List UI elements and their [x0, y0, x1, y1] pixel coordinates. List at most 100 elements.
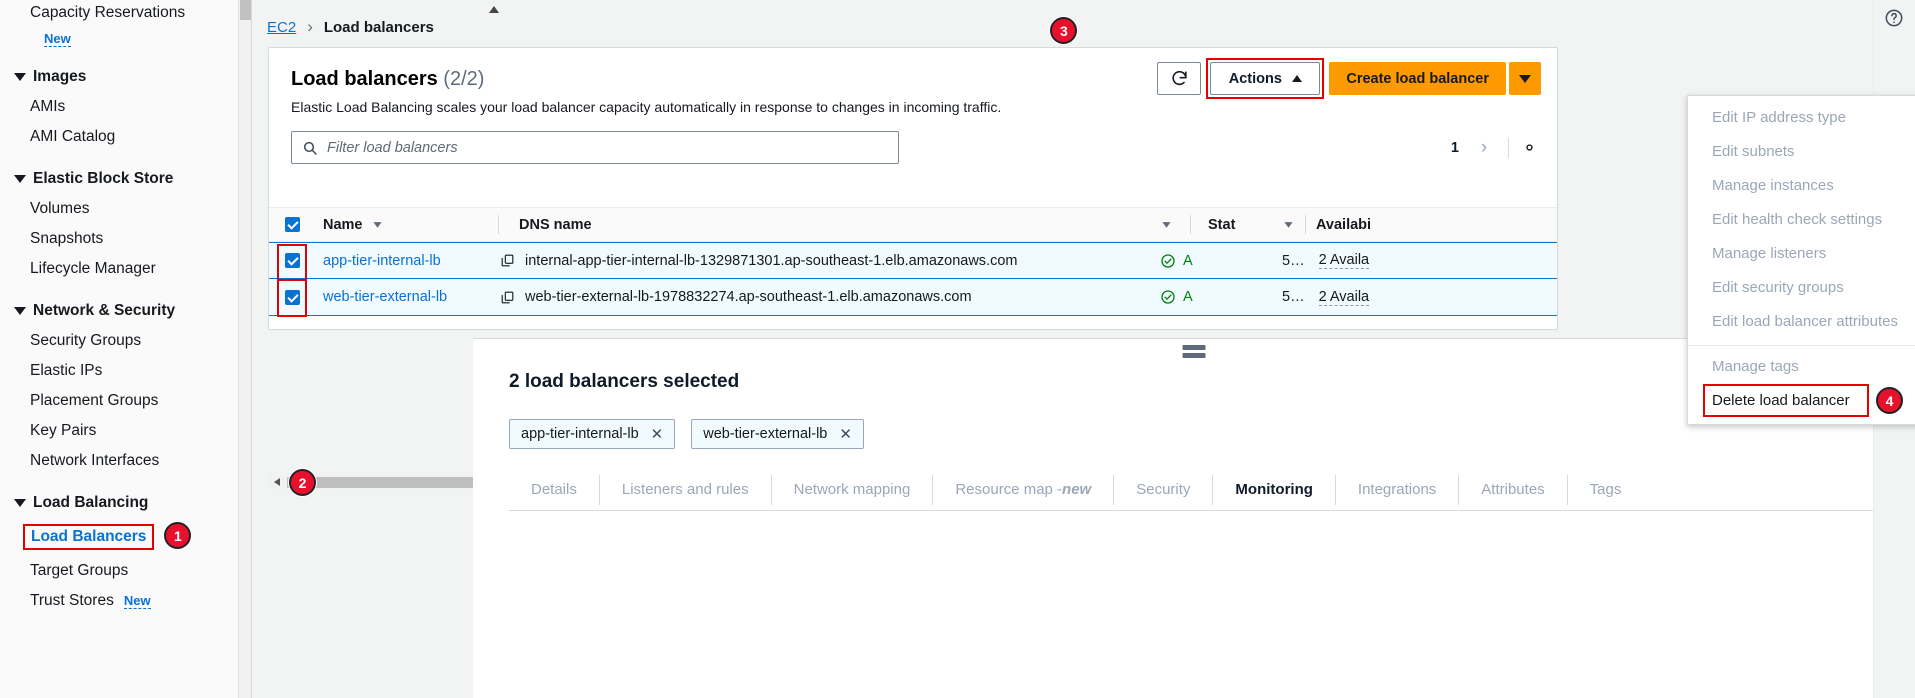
- scroll-up-arrow-icon[interactable]: [489, 6, 499, 13]
- table-preferences-button[interactable]: [1517, 136, 1541, 160]
- page-title-text: Load balancers: [291, 68, 438, 90]
- actions-button[interactable]: Actions: [1210, 62, 1321, 95]
- row-select-cell: [269, 278, 315, 317]
- split-panel-title: 2 load balancers selected: [509, 371, 740, 392]
- tab-monitoring[interactable]: Monitoring: [1213, 474, 1336, 505]
- sidebar-item-volumes[interactable]: Volumes: [0, 194, 251, 224]
- column-header-dns-name: DNS name: [498, 215, 1160, 234]
- chevron-down-icon: [14, 499, 26, 507]
- sort-icon[interactable]: [371, 218, 384, 231]
- sidebar-item-trust-stores-row: Trust Stores New: [0, 592, 251, 610]
- divider: [1190, 215, 1191, 234]
- tab-listeners-and-rules[interactable]: Listeners and rules: [600, 474, 772, 505]
- sidebar-item-elastic-ips[interactable]: Elastic IPs: [0, 356, 251, 386]
- column-header-label: Availabi: [1316, 216, 1372, 233]
- breadcrumb-link-ec2[interactable]: EC2: [267, 19, 296, 36]
- sidebar-group-elastic-block-store[interactable]: Elastic Block Store: [0, 164, 251, 194]
- sidebar-item-amis[interactable]: AMIs: [0, 92, 251, 122]
- column-header-label: Stat: [1208, 216, 1236, 233]
- sidebar-scrollbar-thumb[interactable]: [240, 0, 251, 20]
- row-checkbox[interactable]: [284, 289, 300, 305]
- split-panel-resize-handle[interactable]: [1182, 345, 1206, 361]
- column-header-label: Name: [323, 216, 363, 233]
- column-header-availability-zones: Availabi: [1280, 215, 1557, 234]
- chip-label: web-tier-external-lb: [703, 426, 828, 442]
- sidebar-item-snapshots[interactable]: Snapshots: [0, 224, 251, 254]
- sidebar-group-load-balancing[interactable]: Load Balancing: [0, 488, 251, 518]
- table-row[interactable]: app-tier-internal-lb internal-app-tier-i…: [269, 242, 1557, 281]
- table-row[interactable]: web-tier-external-lb web-tier-external-l…: [269, 278, 1557, 317]
- divider: [1508, 137, 1509, 158]
- sidebar-badge-capacity-reservations: New: [0, 28, 251, 54]
- menu-item-edit-subnets: Edit subnets: [1712, 143, 1795, 160]
- menu-item-edit-health-check-settings: Edit health check settings: [1712, 211, 1883, 228]
- tab-attributes[interactable]: Attributes: [1459, 474, 1568, 505]
- availability-zones-value[interactable]: 2 Availa: [1318, 289, 1370, 306]
- actions-button-label: Actions: [1228, 70, 1282, 87]
- help-info-button[interactable]: [1884, 8, 1904, 33]
- row-checkbox[interactable]: [284, 253, 300, 268]
- tab-security[interactable]: Security: [1114, 474, 1214, 505]
- tab-resource-map[interactable]: Resource map - new: [933, 474, 1115, 505]
- scroll-left-arrow-icon[interactable]: [274, 478, 280, 486]
- row-name-cell: app-tier-internal-lb: [315, 253, 500, 269]
- sidebar-item-security-groups[interactable]: Security Groups: [0, 326, 251, 356]
- selected-chip[interactable]: app-tier-internal-lb ✕: [509, 419, 676, 449]
- menu-divider: [1688, 345, 1915, 346]
- sidebar-item-load-balancers-row: Load Balancers 1: [0, 522, 251, 550]
- selected-chips: app-tier-internal-lb ✕ web-tier-external…: [509, 419, 864, 449]
- load-balancer-name-link[interactable]: web-tier-external-lb: [323, 289, 447, 305]
- search-icon: [303, 141, 317, 155]
- step-badge-3: 3: [1050, 17, 1078, 44]
- sort-icon[interactable]: [1160, 218, 1173, 231]
- sidebar-item-trust-stores[interactable]: Trust Stores: [30, 592, 114, 610]
- breadcrumb: EC2 › Load balancers: [252, 0, 1915, 37]
- copy-icon[interactable]: [500, 253, 515, 268]
- status-text: A: [1183, 252, 1193, 269]
- next-page-icon[interactable]: ›: [1468, 131, 1500, 164]
- create-load-balancer-dropdown-button[interactable]: [1509, 62, 1541, 95]
- sidebar-item-load-balancers[interactable]: Load Balancers: [23, 523, 155, 550]
- refresh-button[interactable]: [1157, 62, 1202, 95]
- tab-integrations[interactable]: Integrations: [1336, 474, 1460, 505]
- sidebar-group-network-security[interactable]: Network & Security: [0, 296, 251, 326]
- sidebar-group-label: Elastic Block Store: [33, 170, 174, 187]
- tab-details[interactable]: Details: [509, 474, 600, 505]
- row-availability-zones-cell: 5… 2 Availa: [1280, 252, 1557, 269]
- card-header-actions: 3 Actions Create load balancer: [1050, 17, 1541, 99]
- copy-icon[interactable]: [500, 290, 515, 305]
- sidebar-item-ami-catalog[interactable]: AMI Catalog: [0, 122, 251, 152]
- tab-network-mapping[interactable]: Network mapping: [772, 474, 934, 505]
- sidebar-item-lifecycle-manager[interactable]: Lifecycle Manager: [0, 254, 251, 284]
- tab-tags[interactable]: Tags: [1568, 475, 1644, 505]
- selected-chip[interactable]: web-tier-external-lb ✕: [691, 419, 864, 449]
- ec2-sidebar: Capacity Reservations New Images AMIs AM…: [0, 0, 252, 698]
- sidebar-scrollbar[interactable]: [238, 0, 251, 698]
- row-name-cell: web-tier-external-lb: [315, 289, 500, 305]
- divider: [1305, 215, 1306, 234]
- sidebar-group-images[interactable]: Images: [0, 62, 251, 92]
- row-dns-cell: web-tier-external-lb-1978832274.ap-south…: [500, 289, 1160, 305]
- column-header-label: DNS name: [519, 216, 592, 233]
- truncated-value: 5…: [1282, 289, 1305, 305]
- sidebar-group-label: Network & Security: [33, 302, 176, 319]
- chevron-down-icon: [14, 307, 26, 315]
- chip-remove-icon[interactable]: ✕: [651, 425, 664, 443]
- row-select-cell: [269, 244, 315, 281]
- chip-remove-icon[interactable]: ✕: [839, 425, 852, 443]
- sidebar-item-capacity-reservations[interactable]: Capacity Reservations: [0, 0, 251, 28]
- availability-zones-value[interactable]: 2 Availa: [1318, 252, 1370, 269]
- select-all-checkbox[interactable]: [284, 217, 300, 232]
- load-balancer-name-link[interactable]: app-tier-internal-lb: [323, 253, 441, 269]
- dns-name-text: web-tier-external-lb-1978832274.ap-south…: [525, 289, 972, 305]
- sort-icon[interactable]: [1282, 218, 1295, 231]
- sidebar-item-key-pairs[interactable]: Key Pairs: [0, 416, 251, 446]
- page-number[interactable]: 1: [1442, 140, 1468, 156]
- create-load-balancer-button[interactable]: Create load balancer: [1329, 62, 1506, 95]
- chevron-up-icon: [1291, 75, 1302, 82]
- sidebar-item-network-interfaces[interactable]: Network Interfaces: [0, 446, 251, 476]
- sidebar-item-placement-groups[interactable]: Placement Groups: [0, 386, 251, 416]
- sidebar-item-target-groups[interactable]: Target Groups: [0, 556, 251, 586]
- menu-item-edit-load-balancer-attributes: Edit load balancer attributes: [1712, 313, 1898, 330]
- filter-load-balancers-input[interactable]: Filter load balancers: [291, 131, 899, 164]
